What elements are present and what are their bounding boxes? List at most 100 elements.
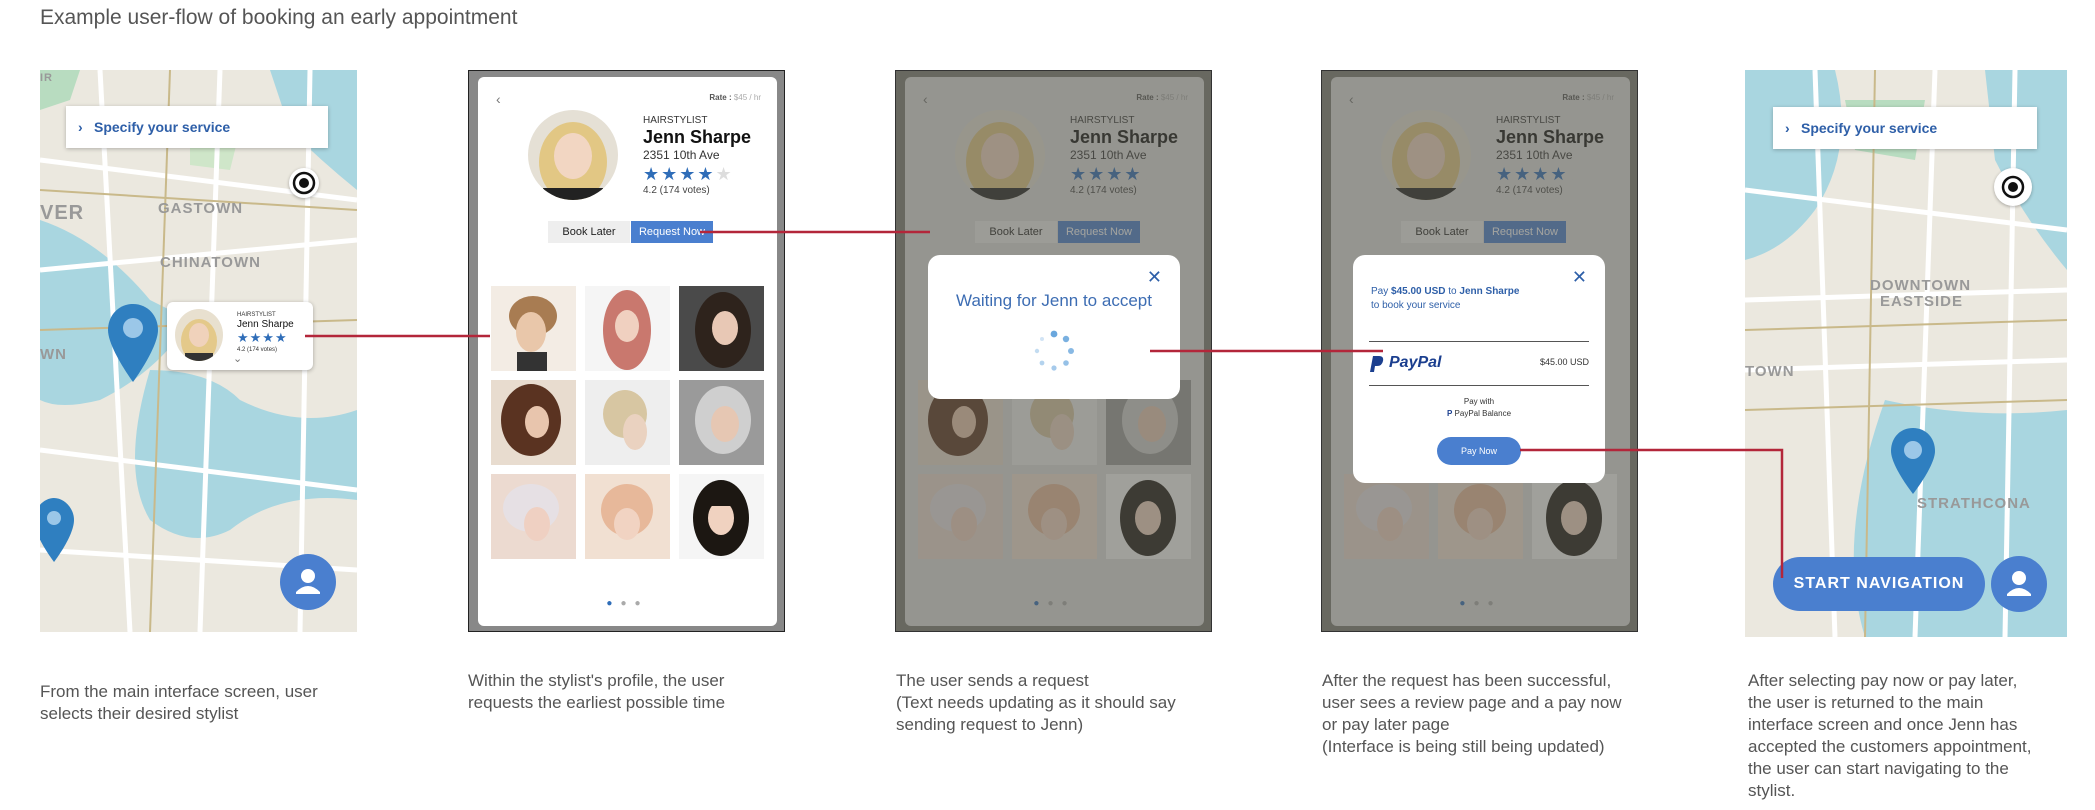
pay-now-button[interactable]: Pay Now — [1437, 437, 1521, 465]
paypal-amount: $45.00 USD — [1539, 357, 1589, 367]
close-icon[interactable]: ✕ — [1572, 267, 1587, 288]
description-line: After the request has been successful, — [1322, 671, 1612, 690]
balance-label: PayPal Balance — [1454, 409, 1512, 418]
book-later-button[interactable]: Book Later — [548, 221, 630, 243]
screen-payment: ‹ Rate : $45 / hr HAIRSTYLIST Jenn Sharp… — [1321, 70, 1638, 632]
hairstyle-photo[interactable] — [491, 474, 576, 559]
stylist-mini-card[interactable]: HAIRSTYLIST Jenn Sharpe ★★★★ 4.2 (174 vo… — [167, 302, 313, 370]
mini-name: Jenn Sharpe — [237, 319, 294, 330]
start-navigation-button[interactable]: START NAVIGATION — [1773, 557, 1985, 611]
description-line: the user is returned to the main — [1748, 693, 1984, 712]
map-label-wn: WN — [40, 346, 67, 363]
profile-button[interactable] — [1991, 556, 2047, 612]
map-label-chinatown: CHINATOWN — [160, 254, 261, 271]
specify-service-label: Specify your service — [94, 119, 231, 135]
step-description: After selecting pay now or pay later, th… — [1748, 670, 2078, 802]
hairstyle-photo[interactable] — [585, 286, 670, 371]
target-icon — [2001, 175, 2025, 199]
mini-title: HAIRSTYLIST — [237, 312, 276, 318]
profile-button[interactable] — [280, 554, 336, 610]
waiting-modal: ✕ Waiting for Jenn to accept — [928, 255, 1180, 399]
description-line: interface screen and once Jenn has — [1748, 715, 2018, 734]
specify-service-field[interactable]: › Specify your service — [1773, 107, 2037, 149]
payment-modal: ✕ Pay $45.00 USD to Jenn Sharpe to book … — [1353, 255, 1605, 483]
specify-service-label: Specify your service — [1801, 120, 1938, 136]
screen-waiting: ‹ Rate : $45 / hr HAIRSTYLIST Jenn Sharp… — [895, 70, 1212, 632]
pagination-dots[interactable]: ●●● — [478, 598, 777, 609]
stylist-title: HAIRSTYLIST — [643, 115, 708, 126]
step-description: The user sends a request (Text needs upd… — [896, 670, 1216, 736]
description-line: The user sends a request — [896, 671, 1089, 690]
map-label-eastside: EASTSIDE — [1880, 293, 1964, 310]
paypal-balance: P PayPal Balance — [1353, 409, 1605, 418]
pay-amount: $45.00 USD — [1391, 286, 1446, 297]
payment-summary: Pay $45.00 USD to Jenn Sharpe to book yo… — [1371, 285, 1541, 313]
hairstyle-photo[interactable] — [585, 380, 670, 465]
description-line: (Text needs updating as it should say — [896, 693, 1176, 712]
waiting-text: Waiting for Jenn to accept — [956, 291, 1152, 310]
map-background — [1745, 70, 2067, 637]
divider — [1369, 385, 1589, 386]
close-icon[interactable]: ✕ — [1147, 267, 1162, 288]
description-line: stylist. — [1748, 781, 1796, 800]
chevron-down-icon[interactable]: ⌄ — [233, 352, 242, 365]
map-pin-icon[interactable] — [1889, 426, 1937, 496]
paypal-small-icon: P — [1446, 409, 1453, 418]
description-line: From the main interface screen, user — [40, 682, 318, 701]
profile-card: ‹ Rate : $45 / hr HAIRSTYLIST Jenn Sharp… — [478, 77, 777, 626]
hairstyle-photo[interactable] — [679, 380, 764, 465]
user-icon — [296, 569, 320, 594]
map-label-strathcona: STRATHCONA — [1917, 495, 2031, 512]
screen-stylist-profile: ‹ Rate : $45 / hr HAIRSTYLIST Jenn Sharp… — [468, 70, 785, 632]
mini-stars: ★★★★ — [237, 330, 288, 345]
pay-to: to — [1448, 286, 1457, 297]
screen-navigation: › Specify your service DOWNTOWN EASTSIDE… — [1745, 70, 2067, 637]
hairstyle-photo[interactable] — [491, 286, 576, 371]
rating-votes: 4.2 (174 votes) — [643, 185, 710, 196]
user-icon — [2007, 571, 2031, 596]
hairstyle-photo[interactable] — [585, 474, 670, 559]
pay-suffix: to book your service — [1371, 300, 1461, 311]
map-label-gastown: GASTOWN — [158, 200, 244, 217]
map-label-ir: IR — [40, 72, 53, 84]
description-line: selects their desired stylist — [40, 704, 239, 723]
description-line: After selecting pay now or pay later, — [1748, 671, 2018, 690]
divider — [1369, 341, 1589, 342]
hairstyle-photo[interactable] — [679, 474, 764, 559]
paypal-icon — [1370, 356, 1384, 372]
description-line: user sees a review page and a pay now — [1322, 693, 1622, 712]
stylist-avatar — [528, 110, 618, 200]
step-description: After the request has been successful, u… — [1322, 670, 1652, 758]
screen-map-main: › Specify your service GASTOWN CHINATOWN… — [40, 70, 357, 632]
hairstyle-photo[interactable] — [679, 286, 764, 371]
description-line: requests the earliest possible time — [468, 693, 726, 712]
pay-prefix: Pay — [1371, 286, 1389, 297]
step-description: Within the stylist's profile, the user r… — [468, 670, 788, 714]
hairstyle-photo[interactable] — [491, 380, 576, 465]
description-line: or pay later page — [1322, 715, 1450, 734]
description-line: accepted the customers appointment, — [1748, 737, 2032, 756]
map-pin-icon[interactable] — [40, 498, 76, 564]
description-line: (Interface is being still being updated) — [1322, 737, 1605, 756]
stylist-avatar — [175, 309, 223, 361]
stylist-name: Jenn Sharpe — [643, 127, 752, 147]
page-title: Example user-flow of booking an early ap… — [40, 6, 518, 29]
step-description: From the main interface screen, user sel… — [40, 681, 360, 725]
map-pin-icon[interactable] — [106, 302, 160, 386]
request-now-button[interactable]: Request Now — [631, 221, 713, 243]
chevron-right-icon: › — [1785, 120, 1790, 136]
description-line: Within the stylist's profile, the user — [468, 671, 725, 690]
paypal-option[interactable]: PayPal $45.00 USD — [1369, 351, 1589, 379]
rate-value: $45 / hr — [733, 93, 761, 102]
back-icon[interactable]: ‹ — [496, 91, 501, 107]
mini-votes: 4.2 (174 votes) — [237, 347, 278, 353]
rate-text: Rate : $45 / hr — [709, 93, 761, 102]
target-icon — [292, 171, 316, 195]
locate-button[interactable] — [1994, 168, 2032, 206]
pay-with-label: Pay with — [1463, 397, 1495, 406]
locate-button[interactable] — [289, 168, 319, 198]
description-line: the user can start navigating to the — [1748, 759, 2009, 778]
stylist-address: 2351 10th Ave — [643, 148, 720, 162]
specify-service-field[interactable]: › Specify your service — [66, 106, 328, 148]
rate-label: Rate : — [709, 93, 732, 102]
